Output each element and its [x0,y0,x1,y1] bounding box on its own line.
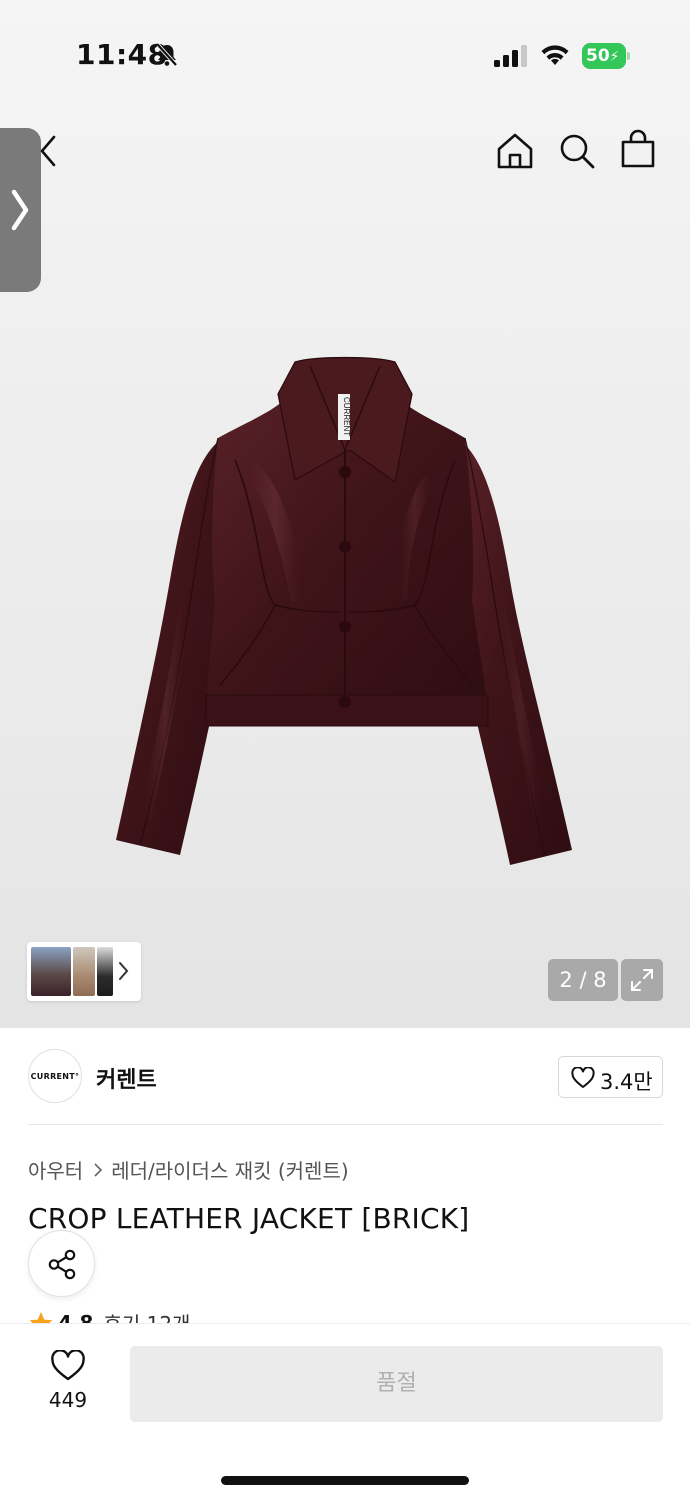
thumbnail-image[interactable] [97,947,113,996]
battery-level: 50⚡ [582,43,626,69]
home-indicator[interactable] [221,1476,469,1485]
jacket-brand-label: CURRENT [342,397,351,436]
wishlist-count: 449 [48,1388,88,1412]
star-icon [29,1311,53,1324]
share-button[interactable] [28,1230,95,1297]
product-title: CROP LEATHER JACKET [BRICK] [28,1202,470,1235]
product-image-jacket[interactable]: CURRENT [100,350,590,880]
bottom-action-bar: 449 품절 [0,1323,690,1500]
heart-icon [51,1350,85,1381]
chevron-right-icon [11,189,29,231]
product-rating[interactable]: 4.8 후기 12개 [28,1308,328,1324]
thumbnail-image[interactable] [73,947,95,996]
wishlist-button[interactable]: 449 [40,1350,96,1412]
bell-muted-icon [156,43,178,67]
wifi-icon [541,45,569,65]
shopping-bag-icon[interactable] [618,129,658,169]
battery-icon: 50⚡ [582,43,630,69]
brand-like-count: 3.4만 [600,1070,653,1094]
chevron-left-icon[interactable] [30,131,70,171]
image-counter: 2 / 8 [548,959,618,1001]
home-icon[interactable] [495,131,535,171]
expand-button[interactable] [621,959,663,1001]
chevron-right-icon [119,962,129,980]
rating-score: 4.8 [58,1310,94,1325]
breadcrumb-category[interactable]: 아우터 [28,1155,83,1184]
heart-icon [571,1067,595,1088]
expand-icon [631,969,653,991]
brand-like-button[interactable]: 3.4만 [558,1056,663,1098]
share-icon [48,1249,76,1280]
brand-logo[interactable]: CURRENT° [28,1049,82,1103]
breadcrumb-subcategory[interactable]: 레더/라이더스 재킷 (커렌트) [111,1155,348,1184]
thumbnail-strip[interactable] [27,942,141,1001]
sold-out-button[interactable]: 품절 [130,1346,663,1422]
thumbnail-image[interactable] [31,947,71,996]
breadcrumb: 아우터 레더/라이더스 재킷 (커렌트) [28,1155,349,1184]
product-image-gallery[interactable]: 11:48 50⚡ CURRENT 2 / 8 [0,0,690,1028]
review-count[interactable]: 후기 12개 [103,1308,190,1324]
chevron-right-icon [94,1162,103,1177]
divider [28,1124,663,1125]
cellular-signal-icon [494,45,527,67]
search-icon[interactable] [557,131,597,171]
brand-name[interactable]: 커렌트 [96,1062,157,1094]
